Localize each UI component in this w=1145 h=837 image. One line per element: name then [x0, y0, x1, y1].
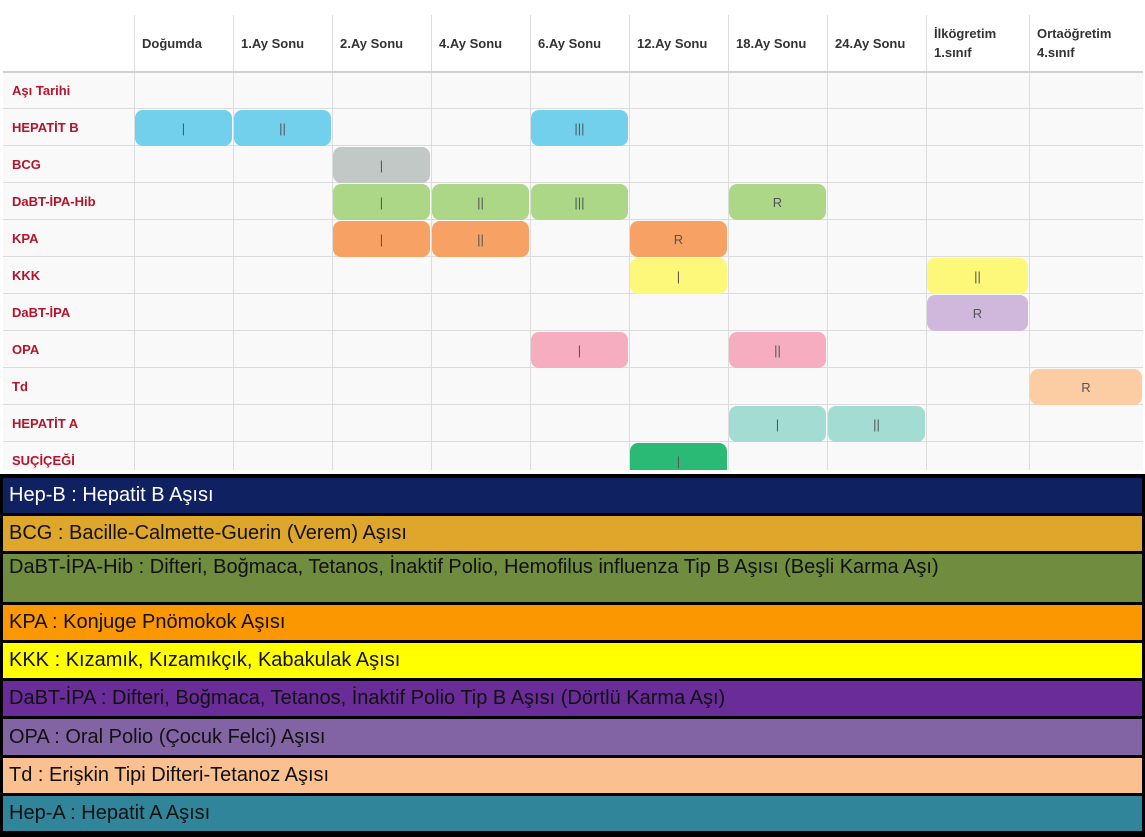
grid-line-vertical	[233, 15, 234, 470]
row-label: Aşı Tarihi	[12, 83, 71, 98]
vaccine-legend: Hep-B : Hepatit B Aşısı BCG : Bacille-Cal…	[0, 474, 1145, 837]
grid-line-vertical	[926, 15, 927, 470]
vaccine-schedule-table: Doğumda 1.Ay Sonu 2.Ay Sonu 4.Ay Sonu 6.Ay S…	[3, 15, 1143, 470]
legend-item: KKK : Kızamık, Kızamıkçık, Kabakulak Aşı…	[3, 643, 1142, 678]
grid-line-horizontal	[3, 404, 1143, 405]
column-header: 4.Ay Sonu	[439, 35, 503, 51]
column-header: 24.Ay Sonu	[835, 35, 906, 51]
dose-cell: ||	[234, 110, 331, 146]
dose-cell: |	[531, 332, 628, 368]
column-header: 12.Ay Sonu	[637, 35, 708, 51]
dose-cell: ||	[828, 406, 925, 442]
legend-item: DaBT-İPA : Difteri, Boğmaca, Tetanos, İn…	[3, 681, 1142, 716]
dose-cell: R	[1030, 369, 1142, 405]
dose-cell: |	[630, 443, 727, 470]
dose-cell: R	[630, 221, 727, 257]
dose-cell: |	[729, 406, 826, 442]
dose-cell: |	[333, 147, 430, 183]
row-label: Td	[12, 379, 28, 394]
row-label: KPA	[12, 231, 39, 246]
grid-line-vertical	[827, 15, 828, 470]
legend-item: OPA : Oral Polio (Çocuk Felci) Aşısı	[3, 719, 1142, 755]
grid-line-horizontal	[3, 108, 1143, 109]
dose-cell: |	[333, 184, 430, 220]
grid-line-horizontal	[3, 441, 1143, 442]
grid-line-vertical	[134, 15, 135, 470]
row-label: DaBT-İPA-Hib	[12, 194, 96, 209]
row-label: HEPATİT B	[12, 120, 79, 135]
column-header: 6.Ay Sonu	[538, 35, 602, 51]
dose-cell: |||	[531, 110, 628, 146]
grid-line-horizontal	[3, 182, 1143, 183]
row-label: KKK	[12, 268, 41, 283]
legend-item: Hep-B : Hepatit B Aşısı	[3, 478, 1142, 513]
grid-line-vertical	[1029, 15, 1030, 470]
column-header: 2.Ay Sonu	[340, 35, 404, 51]
column-header: 18.Ay Sonu	[736, 35, 807, 51]
legend-item: Td : Erişkin Tipi Difteri-Tetanoz Aşısı	[3, 758, 1142, 793]
row-label: OPA	[12, 342, 40, 357]
column-header: Doğumda	[142, 35, 202, 51]
dose-cell: ||	[432, 221, 529, 257]
row-label: BCG	[12, 157, 41, 172]
grid-line-vertical	[530, 15, 531, 470]
dose-cell: R	[729, 184, 826, 220]
column-header: İlkögretim 1.sınıf	[934, 26, 997, 60]
column-header: Ortaöğretim 4.sınıf	[1037, 26, 1112, 60]
legend-item: BCG : Bacille-Calmette-Guerin (Verem) Aş…	[3, 516, 1142, 551]
legend-item: KPA : Konjuge Pnömokok Aşısı	[3, 605, 1142, 640]
row-label: SUÇİÇEĞİ	[12, 453, 75, 468]
dose-cell: ||	[432, 184, 529, 220]
dose-cell: |||	[531, 184, 628, 220]
grid-line-horizontal	[3, 256, 1143, 257]
dose-cell: |	[333, 221, 430, 257]
row-label: DaBT-İPA	[12, 305, 71, 320]
grid-line-vertical	[728, 15, 729, 470]
legend-item: Hep-A : Hepatit A Aşısı	[3, 796, 1142, 831]
dose-cell: R	[927, 295, 1028, 331]
dose-cell: ||	[927, 258, 1028, 294]
dose-cell: ||	[729, 332, 826, 368]
legend-item: DaBT-İPA-Hib : Difteri, Boğmaca, Tetanos…	[3, 554, 1142, 602]
dose-cell: |	[135, 110, 232, 146]
column-header: 1.Ay Sonu	[241, 35, 305, 51]
grid-line-horizontal	[3, 71, 1143, 73]
dose-cell: |	[630, 258, 727, 294]
row-label: HEPATİT A	[12, 416, 79, 431]
